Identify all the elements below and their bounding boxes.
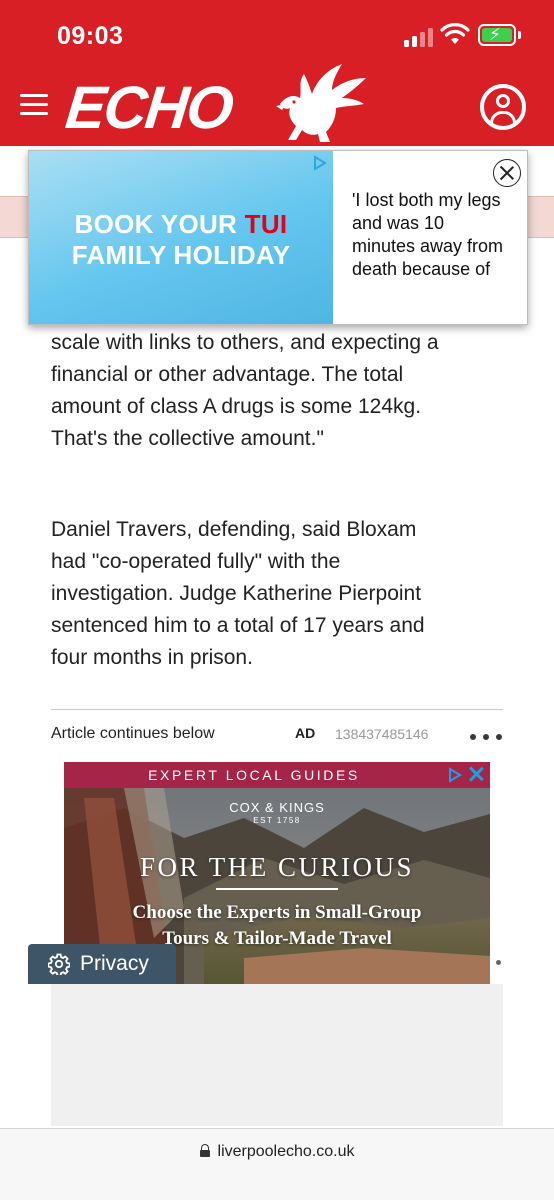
ad-id: 138437485146 <box>335 726 429 742</box>
dot-icon <box>496 960 501 965</box>
lock-icon <box>199 1144 210 1157</box>
account-button[interactable] <box>480 84 526 130</box>
article-paragraph: Daniel Travers, defending, said Bloxam h… <box>51 518 425 669</box>
article-paragraph: scale with links to others, and expectin… <box>51 331 439 450</box>
ad-choices-icon[interactable] <box>448 767 462 783</box>
menu-button[interactable] <box>20 94 48 116</box>
battery-icon: ⚡ <box>478 24 521 46</box>
tui-brand-text: TUI <box>244 209 288 239</box>
article-continues-label: Article continues below <box>51 725 215 742</box>
ad-choices-icon[interactable] <box>313 155 327 171</box>
privacy-label: Privacy <box>80 952 149 975</box>
ad-label-row: Article continues below AD 138437485146 <box>51 725 503 749</box>
url-text[interactable]: liverpoolecho.co.uk <box>218 1143 355 1160</box>
site-logo[interactable]: ECHO <box>63 74 235 141</box>
user-icon <box>496 94 510 108</box>
gear-icon <box>48 953 70 975</box>
wifi-icon <box>440 23 470 44</box>
more-options-icon[interactable] <box>470 734 502 740</box>
ad-tag: AD <box>295 725 316 741</box>
close-ad-icon[interactable] <box>493 159 521 187</box>
privacy-settings-button[interactable]: Privacy <box>28 944 176 984</box>
site-header: 09:03 ⚡ ECHO <box>0 0 554 146</box>
top-sticky-ad[interactable]: BOOK YOUR TUI FAMILY HOLIDAY 'I lost bot… <box>28 150 528 325</box>
divider <box>51 709 503 710</box>
divider <box>216 888 338 890</box>
close-ad-icon[interactable] <box>466 764 486 784</box>
ad-brand-established: EST 1758 <box>253 816 301 825</box>
liver-bird-logo-icon <box>276 64 366 142</box>
ad-headline: FOR THE CURIOUS <box>139 852 415 882</box>
ad-image[interactable]: BOOK YOUR TUI FAMILY HOLIDAY <box>29 151 333 324</box>
status-time: 09:03 <box>57 22 124 50</box>
cellular-signal-icon <box>404 27 434 47</box>
ad-image-text: BOOK YOUR TUI FAMILY HOLIDAY <box>71 209 291 270</box>
ad-headline[interactable]: 'I lost both my legs and was 10 minutes … <box>352 189 522 281</box>
ad-placeholder <box>51 984 503 1126</box>
ad-brand: COX & KINGS <box>229 800 325 815</box>
browser-address-bar[interactable]: liverpoolecho.co.uk <box>0 1128 554 1200</box>
ad-band: EXPERT LOCAL GUIDES <box>64 762 490 788</box>
